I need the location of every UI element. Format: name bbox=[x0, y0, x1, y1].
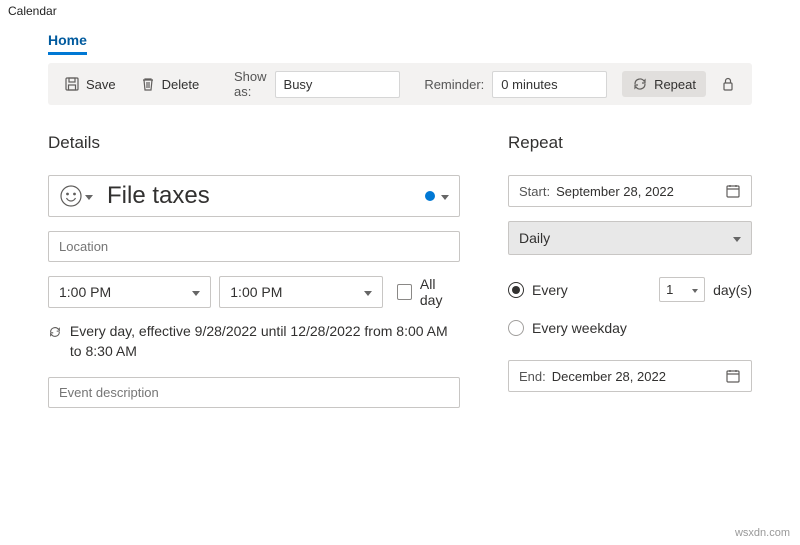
emoji-picker-button[interactable] bbox=[59, 184, 101, 208]
content-area: Details 1:00 PM 1:00 PM All day bbox=[0, 105, 800, 422]
all-day-checkbox[interactable] bbox=[397, 284, 412, 300]
tab-home[interactable]: Home bbox=[48, 32, 87, 55]
reminder-label: Reminder: bbox=[414, 77, 488, 92]
save-icon bbox=[64, 76, 80, 92]
calendar-icon bbox=[725, 368, 741, 384]
lock-icon bbox=[720, 76, 736, 92]
trash-icon bbox=[140, 76, 156, 92]
details-column: Details 1:00 PM 1:00 PM All day bbox=[48, 133, 460, 422]
all-day-label: All day bbox=[420, 276, 460, 308]
calendar-color-button[interactable] bbox=[425, 189, 449, 204]
every-count-input[interactable]: 1 bbox=[659, 277, 705, 302]
footer-watermark: wsxdn.com bbox=[735, 527, 790, 539]
start-date-label: Start: bbox=[519, 184, 550, 199]
color-dot-icon bbox=[425, 191, 435, 201]
repeat-icon bbox=[632, 76, 648, 92]
delete-button[interactable]: Delete bbox=[130, 71, 210, 97]
start-time-select[interactable]: 1:00 PM bbox=[48, 276, 211, 308]
event-title-row bbox=[48, 175, 460, 217]
delete-label: Delete bbox=[162, 77, 200, 92]
end-date-label: End: bbox=[519, 369, 546, 384]
recurrence-summary: Every day, effective 9/28/2022 until 12/… bbox=[48, 322, 460, 361]
event-title-input[interactable] bbox=[101, 182, 425, 210]
repeat-button[interactable]: Repeat bbox=[622, 71, 706, 97]
recurrence-icon bbox=[48, 324, 62, 340]
radio-every[interactable] bbox=[508, 282, 524, 298]
details-heading: Details bbox=[48, 133, 460, 153]
showas-label: Show as: bbox=[224, 69, 271, 99]
chevron-down-icon bbox=[85, 189, 93, 204]
location-input[interactable] bbox=[48, 231, 460, 262]
emoji-icon bbox=[59, 184, 83, 208]
toolbar: Save Delete Show as: Reminder: Repeat bbox=[48, 63, 752, 105]
repeat-column: Repeat Start: September 28, 2022 Daily E… bbox=[508, 133, 752, 422]
end-time-select[interactable]: 1:00 PM bbox=[219, 276, 382, 308]
repeat-label: Repeat bbox=[654, 77, 696, 92]
save-label: Save bbox=[86, 77, 116, 92]
description-input[interactable] bbox=[48, 377, 460, 408]
time-row: 1:00 PM 1:00 PM All day bbox=[48, 276, 460, 308]
every-label: Every bbox=[532, 282, 651, 298]
radio-weekday[interactable] bbox=[508, 320, 524, 336]
end-date-value: December 28, 2022 bbox=[552, 369, 725, 384]
start-date-value: September 28, 2022 bbox=[556, 184, 725, 199]
chevron-down-icon bbox=[441, 189, 449, 204]
frequency-select[interactable]: Daily bbox=[508, 221, 752, 255]
every-weekday-option[interactable]: Every weekday bbox=[508, 320, 752, 336]
tab-strip: Home bbox=[0, 22, 800, 55]
calendar-icon bbox=[725, 183, 741, 199]
recurrence-text: Every day, effective 9/28/2022 until 12/… bbox=[70, 322, 460, 361]
weekday-label: Every weekday bbox=[532, 320, 627, 336]
showas-input[interactable] bbox=[275, 71, 400, 98]
every-unit: day(s) bbox=[713, 282, 752, 298]
reminder-input[interactable] bbox=[492, 71, 607, 98]
repeat-end-date[interactable]: End: December 28, 2022 bbox=[508, 360, 752, 392]
repeat-heading: Repeat bbox=[508, 133, 752, 153]
repeat-start-date[interactable]: Start: September 28, 2022 bbox=[508, 175, 752, 207]
private-button[interactable] bbox=[710, 71, 746, 97]
save-button[interactable]: Save bbox=[54, 71, 126, 97]
every-n-days-option[interactable]: Every 1 day(s) bbox=[508, 277, 752, 302]
app-title: Calendar bbox=[0, 0, 800, 22]
